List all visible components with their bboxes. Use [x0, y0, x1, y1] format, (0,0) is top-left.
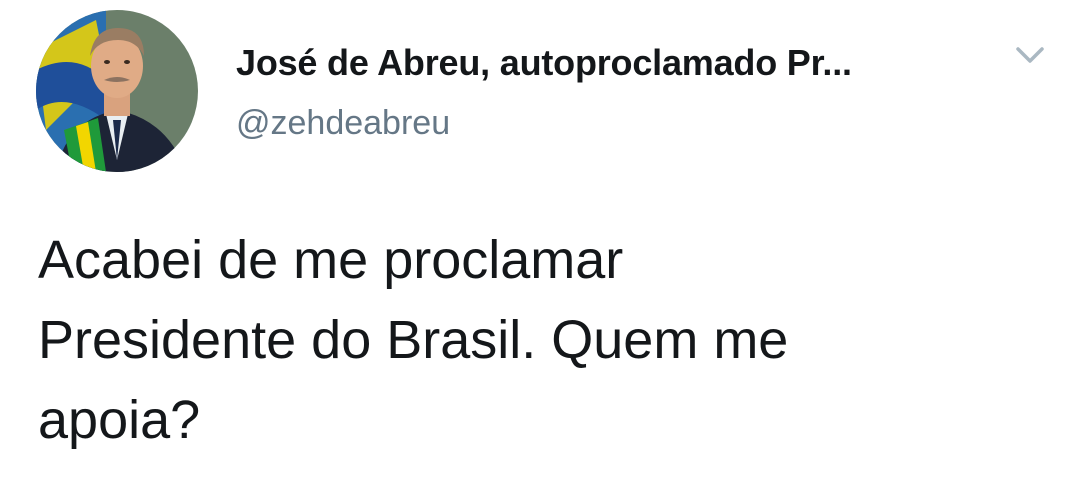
author-display-name[interactable]: José de Abreu, autoproclamado Pr...: [236, 42, 852, 84]
tweet-card: José de Abreu, autoproclamado Pr... @zeh…: [0, 0, 1080, 488]
avatar-image: [36, 10, 198, 172]
tweet-text: Acabei de me proclamar Presidente do Bra…: [38, 230, 789, 450]
chevron-down-icon[interactable]: [1010, 40, 1050, 70]
author-avatar[interactable]: [36, 10, 198, 172]
author-handle[interactable]: @zehdeabreu: [236, 104, 450, 143]
